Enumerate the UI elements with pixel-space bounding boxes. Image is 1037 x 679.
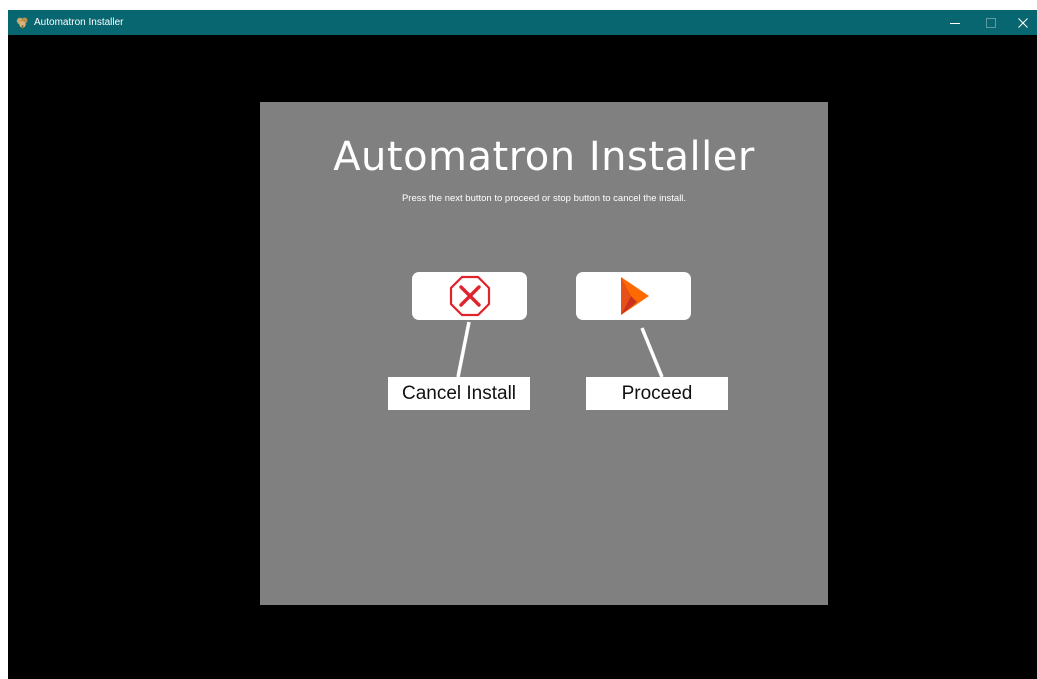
proceed-button[interactable] [576,272,691,320]
installer-title: Automatron Installer [333,134,755,180]
minimize-icon [950,22,960,24]
minimize-button[interactable] [937,10,973,35]
close-button[interactable] [1009,10,1037,35]
maximize-icon [986,17,996,28]
cancel-install-button[interactable] [412,272,527,320]
window-title: Automatron Installer [34,17,124,28]
instructions-text: Press the next button to proceed or stop… [401,193,687,204]
cancel-connector-line [456,321,471,378]
maximize-button[interactable] [973,10,1009,35]
cancel-install-callout: Cancel Install [388,377,530,410]
proceed-callout: Proceed [586,377,728,410]
close-icon [1018,17,1028,28]
app-icon [16,17,28,29]
stop-sign-x-icon [449,275,490,317]
title-bar[interactable]: Automatron Installer [8,10,1037,35]
installer-window: Automatron Installer Automatron Installe… [8,10,1037,679]
installer-panel: Automatron Installer Press the next butt… [260,102,828,605]
play-arrow-icon [620,277,649,315]
proceed-connector-line [640,327,664,378]
